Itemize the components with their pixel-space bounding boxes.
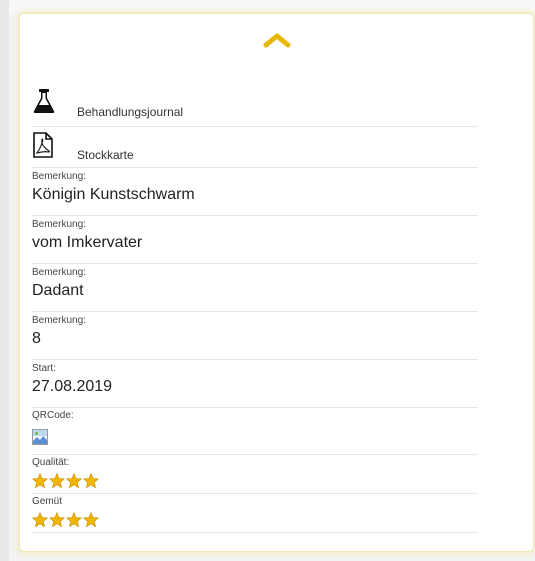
star-icon [49, 512, 65, 527]
behandlungsjournal-link[interactable]: Behandlungsjournal [32, 88, 478, 127]
field-value: 27.08.2019 [32, 378, 113, 395]
field-label: Bemerkung: [32, 219, 86, 230]
star-icon [32, 473, 48, 488]
field-start-date: Start: 27.08.2019 [32, 360, 478, 408]
collapse-button[interactable] [262, 31, 292, 49]
field-qualitaet: Qualität: [32, 455, 478, 494]
star-icon [66, 512, 82, 527]
top-background [9, 0, 535, 14]
field-value: Königin Kunstschwarm [32, 186, 195, 203]
field-label: Bemerkung: [32, 267, 86, 278]
field-label: Bemerkung: [32, 171, 86, 182]
qualitaet-rating [32, 473, 478, 488]
field-bemerkung-koenigin: Bemerkung: Königin Kunstschwarm [32, 168, 478, 216]
qrcode-label: QRCode: [32, 410, 74, 421]
stockkarte-link[interactable]: Stockkarte [32, 127, 478, 168]
field-label: Start: [32, 363, 56, 374]
gemuet-rating [32, 512, 478, 527]
field-qrcode: QRCode: [32, 408, 478, 455]
field-value: Dadant [32, 282, 84, 299]
star-icon [66, 473, 82, 488]
qualitaet-label: Qualität: [32, 457, 70, 468]
field-bemerkung-anzahl: Bemerkung: 8 [32, 312, 478, 360]
field-label: Bemerkung: [32, 315, 86, 326]
star-icon [49, 473, 65, 488]
chevron-up-icon [263, 33, 291, 48]
star-icon [83, 473, 99, 488]
field-bemerkung-herkunft: Bemerkung: vom Imkervater [32, 216, 478, 264]
stockkarte-label: Stockkarte [77, 148, 134, 162]
broken-image-icon [32, 429, 48, 445]
field-value: 8 [32, 330, 41, 347]
left-border-strip [0, 0, 9, 561]
star-icon [83, 512, 99, 527]
behandlungsjournal-label: Behandlungsjournal [77, 105, 184, 119]
pdf-file-icon [32, 132, 54, 163]
field-value: vom Imkervater [32, 234, 143, 251]
field-bemerkung-beutentyp: Bemerkung: Dadant [32, 264, 478, 312]
flask-icon [32, 88, 56, 119]
gemuet-label: Gemüt [32, 496, 63, 507]
star-icon [32, 512, 48, 527]
field-gemuet: Gemüt [32, 494, 478, 533]
detail-content: Behandlungsjournal Stockkarte Bemerkung:… [32, 88, 478, 533]
